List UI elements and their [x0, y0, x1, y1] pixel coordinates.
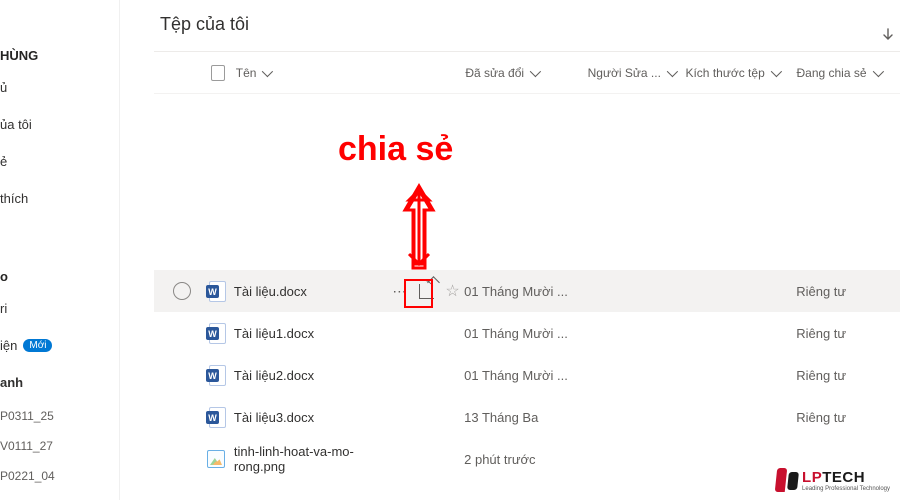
file-row[interactable]: Tài liệu.docx ⋯ ☆ 01 Tháng Mười ... Riên… — [154, 270, 900, 312]
brand-logo: LPTECH Leading Professional Technology — [774, 466, 890, 494]
file-type-icon-header — [200, 65, 236, 81]
row-actions: ⋯ ☆ — [392, 278, 464, 304]
sidebar-item-5[interactable]: iện Mới — [0, 327, 119, 364]
logo-subtext: Leading Professional Technology — [802, 486, 890, 492]
sidebar-section-user: HÙNG — [0, 42, 119, 69]
file-name[interactable]: tinh-linh-hoat-va-mo-rong.png — [234, 444, 393, 474]
file-modified: 01 Tháng Mười ... — [464, 368, 587, 383]
file-sharing: Riêng tư — [796, 284, 900, 299]
file-row[interactable]: Tài liệu2.docx 01 Tháng Mười ... Riêng t… — [154, 354, 900, 396]
file-name[interactable]: Tài liệu.docx — [234, 284, 393, 299]
col-size[interactable]: Kích thước tệp — [685, 66, 796, 80]
file-modified: 2 phút trước — [464, 452, 587, 467]
file-modified: 13 Tháng Ba — [464, 410, 587, 425]
col-modifiedby[interactable]: Người Sửa ... — [588, 66, 686, 80]
file-name[interactable]: Tài liệu2.docx — [234, 368, 393, 383]
page-title: Tệp của tôi — [160, 14, 900, 35]
sidebar-item-0[interactable]: ủ — [0, 69, 119, 106]
annotation-arrow-icon — [399, 182, 439, 281]
badge-new: Mới — [23, 339, 52, 352]
filetype-word-icon — [198, 281, 234, 301]
share-icon — [419, 284, 434, 299]
filetype-word-icon — [198, 407, 234, 427]
filetype-word-icon — [198, 365, 234, 385]
logo-text: LPTECH — [802, 469, 890, 486]
col-sharing[interactable]: Đang chia sẻ — [796, 66, 900, 80]
sidebar-folder-1[interactable]: V0111_27 — [0, 431, 119, 461]
file-sharing: Riêng tư — [796, 368, 900, 383]
sidebar-item-6[interactable]: anh — [0, 364, 119, 401]
filetype-word-icon — [198, 323, 234, 343]
annotation-label: chia sẻ — [338, 130, 453, 169]
file-row[interactable]: Tài liệu3.docx 13 Tháng Ba Riêng tư — [154, 396, 900, 438]
file-modified: 01 Tháng Mười ... — [464, 326, 587, 341]
sidebar-item-1[interactable]: ủa tôi — [0, 106, 119, 143]
file-name[interactable]: Tài liệu3.docx — [234, 410, 393, 425]
main-content: Tệp của tôi Tên Đã sửa đổi Người Sửa ...… — [120, 0, 900, 500]
file-sharing: Riêng tư — [796, 326, 900, 341]
sidebar-folder-0[interactable]: P0311_25 — [0, 401, 119, 431]
sidebar-item-2[interactable]: ẻ — [0, 143, 119, 180]
more-icon[interactable]: ⋯ — [392, 283, 407, 300]
col-modified[interactable]: Đã sửa đổi — [465, 66, 587, 80]
filetype-image-icon — [198, 450, 234, 468]
file-name[interactable]: Tài liệu1.docx — [234, 326, 393, 341]
logo-mark-icon — [774, 466, 800, 494]
file-panel: Tên Đã sửa đổi Người Sửa ... Kích thước … — [154, 51, 900, 480]
column-headers: Tên Đã sửa đổi Người Sửa ... Kích thước … — [154, 52, 900, 94]
download-icon[interactable] — [880, 28, 896, 47]
col-name[interactable]: Tên — [236, 66, 466, 80]
row-select[interactable] — [166, 282, 198, 300]
sidebar-item-4[interactable]: ri — [0, 290, 119, 327]
sidebar-folder-2[interactable]: P0221_04 — [0, 461, 119, 491]
share-button[interactable] — [413, 278, 439, 304]
favorite-icon[interactable]: ☆ — [445, 281, 459, 301]
file-sharing: Riêng tư — [796, 410, 900, 425]
file-row[interactable]: Tài liệu1.docx 01 Tháng Mười ... Riêng t… — [154, 312, 900, 354]
sidebar-section-2: o — [0, 263, 119, 290]
file-modified: 01 Tháng Mười ... — [464, 284, 587, 299]
sidebar-item-3[interactable]: thích — [0, 180, 119, 217]
sidebar: HÙNG ủ ủa tôi ẻ thích o ri iện Mới anh P… — [0, 0, 120, 500]
